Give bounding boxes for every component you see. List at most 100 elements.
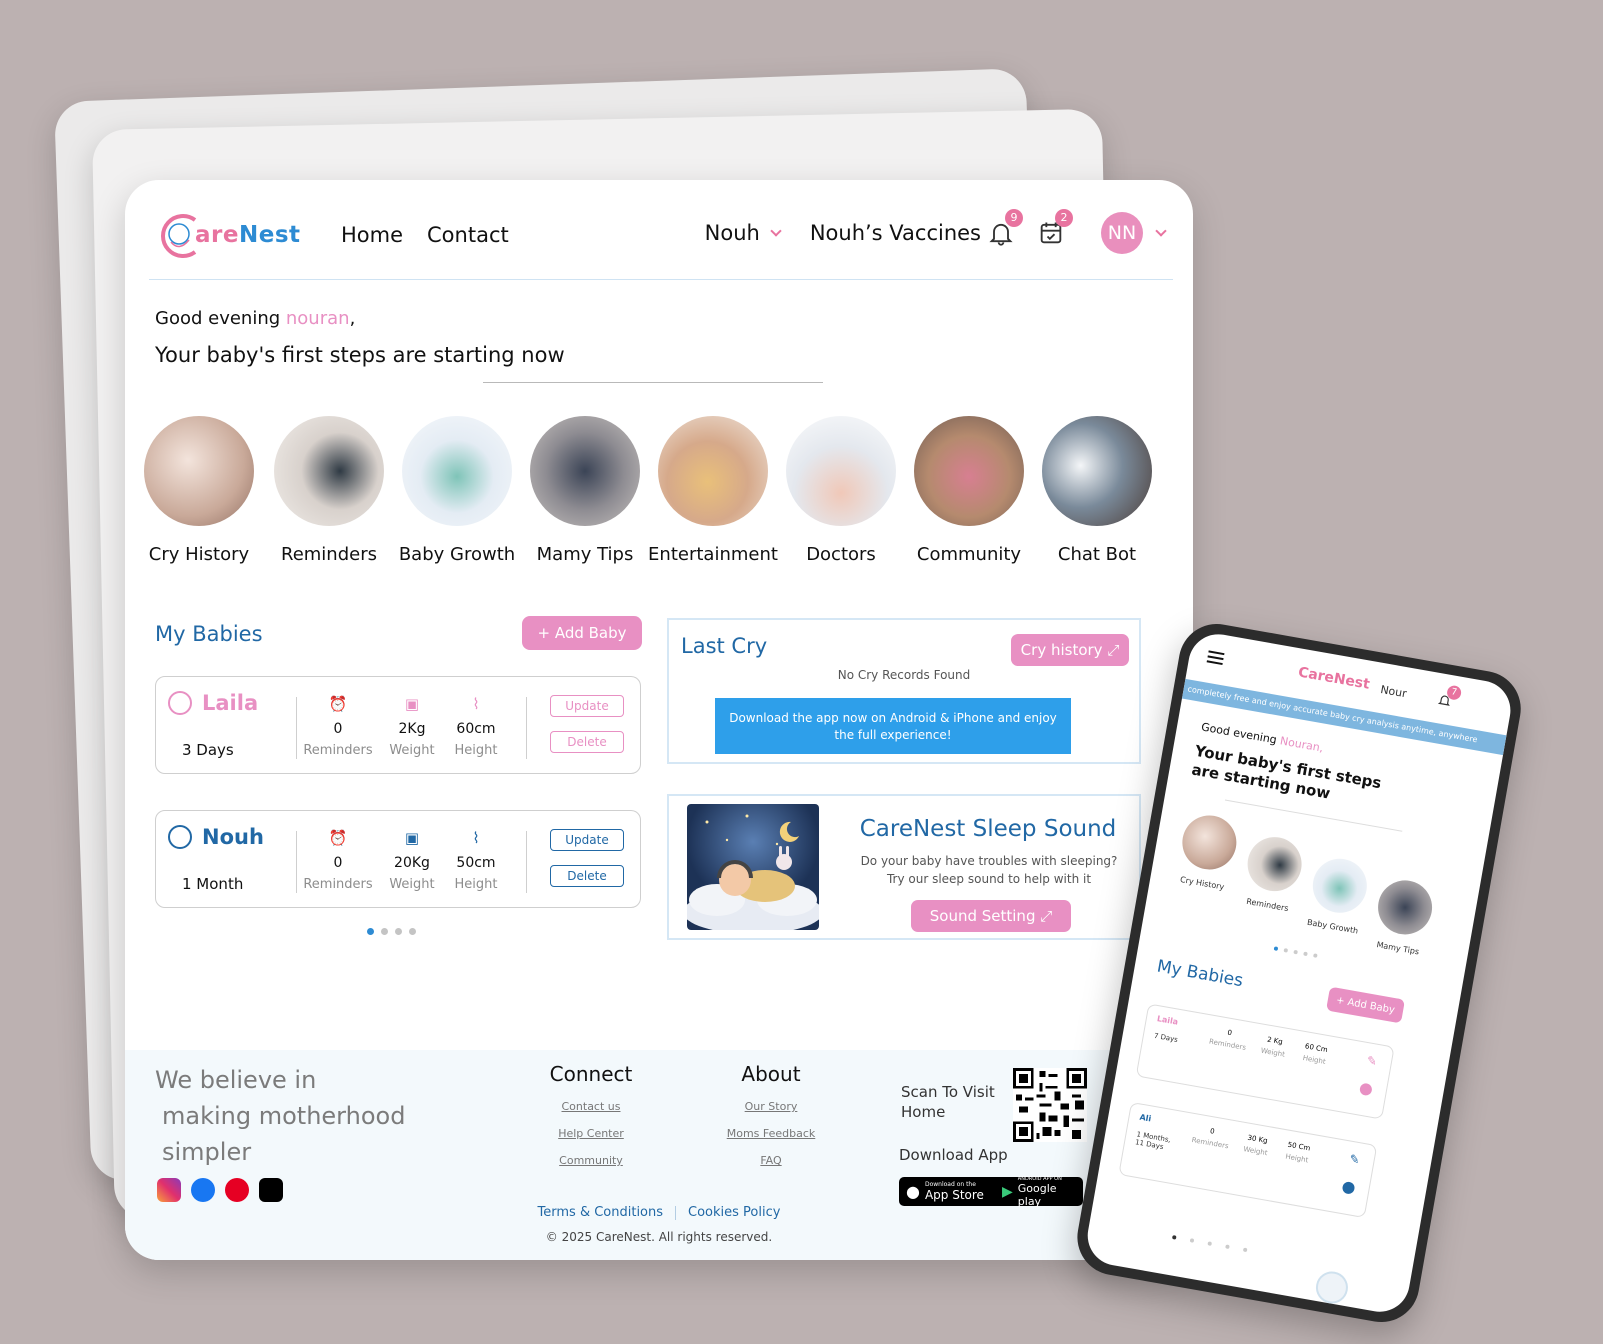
google-play-badge[interactable]: ▶ ANDROID APP ON Google play (995, 1176, 1083, 1208)
category-doctors[interactable]: Doctors (771, 416, 911, 565)
carousel-dot[interactable] (409, 928, 416, 935)
smiley-icon (168, 691, 192, 715)
carousel-dot[interactable] (1225, 1244, 1230, 1250)
notifications-button[interactable]: 9 (987, 209, 1023, 247)
social-links (157, 1178, 283, 1202)
carousel-dot[interactable] (381, 928, 388, 935)
category-reminders[interactable]: Reminders (259, 416, 399, 565)
last-cry-card: Last Cry Cry history ⤢ No Cry Records Fo… (667, 618, 1141, 764)
chevron-down-icon (770, 225, 782, 237)
phone-logo[interactable]: CareNest (1297, 664, 1371, 692)
phone-add-baby-button[interactable]: + Add Baby (1326, 986, 1406, 1024)
phone-stat-height: 50 Cm Height (1274, 1139, 1321, 1166)
cry-history-button[interactable]: Cry history ⤢ (1011, 634, 1129, 666)
update-button[interactable]: Update (550, 829, 624, 851)
phone-category[interactable]: Baby Growth (1300, 854, 1376, 937)
carousel-dot[interactable] (1207, 1241, 1213, 1246)
instagram-icon[interactable] (157, 1178, 181, 1202)
facebook-icon[interactable] (191, 1178, 215, 1202)
carousel-dot[interactable] (1171, 1235, 1177, 1240)
phone-stat-weight: 30 Kg Weight (1233, 1132, 1280, 1159)
category-label: Chat Bot (1057, 544, 1137, 565)
download-app-banner[interactable]: Download the app now on Android & iPhone… (715, 698, 1071, 754)
nav-contact[interactable]: Contact (427, 223, 509, 247)
cookies-link[interactable]: Cookies Policy (688, 1205, 780, 1220)
update-button[interactable]: Update (550, 695, 624, 717)
phone-baby-name: Ali (1138, 1112, 1152, 1124)
category-entertainment[interactable]: Entertainment (643, 416, 783, 565)
carousel-dot[interactable] (395, 928, 402, 935)
scan-line: Scan To Visit (901, 1083, 995, 1101)
carenest-logo[interactable]: areNest (155, 206, 301, 264)
divider (296, 697, 297, 759)
footer-link-faq[interactable]: FAQ (721, 1154, 821, 1167)
baby-age: 3 Days (182, 741, 234, 759)
divider (675, 1205, 677, 1220)
edit-icon[interactable]: ✎ (1348, 1152, 1360, 1168)
baby-name: Nouh (168, 825, 264, 849)
category-cry-history[interactable]: Cry History (129, 416, 269, 565)
category-baby-growth[interactable]: Baby Growth (387, 416, 527, 565)
pinterest-icon[interactable] (225, 1178, 249, 1202)
divider (526, 697, 527, 759)
chat-bot-icon[interactable] (1313, 1268, 1351, 1307)
carousel-dot[interactable] (1303, 951, 1308, 957)
photo-mother-baby (1178, 811, 1241, 874)
delete-button[interactable]: Delete (550, 731, 624, 753)
hamburger-menu-icon[interactable] (1206, 650, 1225, 666)
add-baby-button[interactable]: + Add Baby (522, 616, 642, 650)
terms-link[interactable]: Terms & Conditions (538, 1205, 664, 1220)
phone-stat-reminders: 0 Reminders (1205, 1025, 1252, 1052)
edit-icon[interactable]: ✎ (1366, 1053, 1378, 1069)
my-babies-title: My Babies (155, 622, 263, 646)
phone-category-label: Reminders (1245, 896, 1290, 914)
category-community[interactable]: Community (899, 416, 1039, 565)
category-chat-bot[interactable]: Chat Bot (1027, 416, 1167, 565)
phone-baby-card: Ali 1 Months, 11 Days 0 Reminders 30 Kg We… (1118, 1101, 1378, 1219)
app-store-small: Download on the (924, 1181, 976, 1188)
remove-icon[interactable] (1358, 1082, 1373, 1097)
nav-home[interactable]: Home (341, 223, 403, 247)
divider (526, 831, 527, 893)
carousel-dot[interactable] (367, 928, 374, 935)
stat-label: Reminders (303, 743, 373, 758)
footer-link-contact[interactable]: Contact us (549, 1100, 633, 1113)
footer-link-story[interactable]: Our Story (721, 1100, 821, 1113)
app-store-big: App Store (924, 1188, 984, 1202)
carousel-dot[interactable] (1242, 1247, 1248, 1253)
calendar-button[interactable]: 2 (1037, 209, 1073, 247)
phone-category[interactable]: Reminders (1235, 832, 1311, 915)
category-mamy-tips[interactable]: Mamy Tips (515, 416, 655, 565)
delete-button[interactable]: Delete (550, 865, 624, 887)
baby-card-nouh: Nouh 1 Month ⏰ 0 Reminders ▣ 20Kg Weight ⌇ 50… (155, 810, 641, 908)
user-avatar[interactable]: NN (1101, 212, 1143, 254)
photo-phone-app (274, 416, 384, 526)
motto-line: simpler (162, 1138, 252, 1166)
remove-icon[interactable] (1341, 1180, 1356, 1195)
carousel-dot[interactable] (1293, 949, 1298, 955)
footer-link-help[interactable]: Help Center (549, 1127, 633, 1140)
category-label: Cry History (148, 544, 250, 565)
sleeping-baby-illustration (687, 804, 819, 930)
bell-icon[interactable]: 7 (1437, 684, 1463, 707)
motto-line: making motherhood (162, 1102, 406, 1130)
tiktok-icon[interactable] (259, 1178, 283, 1202)
vaccines-link[interactable]: Nouh’s Vaccines (810, 221, 981, 245)
carousel-dot[interactable] (1313, 953, 1318, 958)
footer-link-feedback[interactable]: Moms Feedback (721, 1127, 821, 1140)
chevron-down-icon[interactable] (1155, 225, 1167, 237)
phone-baby-selector[interactable]: Nour (1379, 683, 1407, 700)
phone-category[interactable]: Mamy Tips (1366, 875, 1442, 958)
footer-about-title: About (741, 1062, 801, 1086)
greeting-suffix: , (349, 308, 356, 329)
baby-selector[interactable]: Nouh (705, 221, 782, 245)
carousel-dot[interactable] (1273, 946, 1279, 951)
main-nav: Home Contact (341, 223, 509, 247)
carousel-dot[interactable] (1189, 1238, 1195, 1243)
footer-connect-title: Connect (549, 1062, 633, 1086)
carousel-dot[interactable] (1283, 948, 1289, 953)
phone-category[interactable]: Cry History (1170, 810, 1246, 893)
phone-greeting-name: Nouran, (1278, 734, 1325, 755)
sound-setting-button[interactable]: Sound Setting ⤢ (911, 900, 1071, 932)
footer-link-community[interactable]: Community (549, 1154, 633, 1167)
